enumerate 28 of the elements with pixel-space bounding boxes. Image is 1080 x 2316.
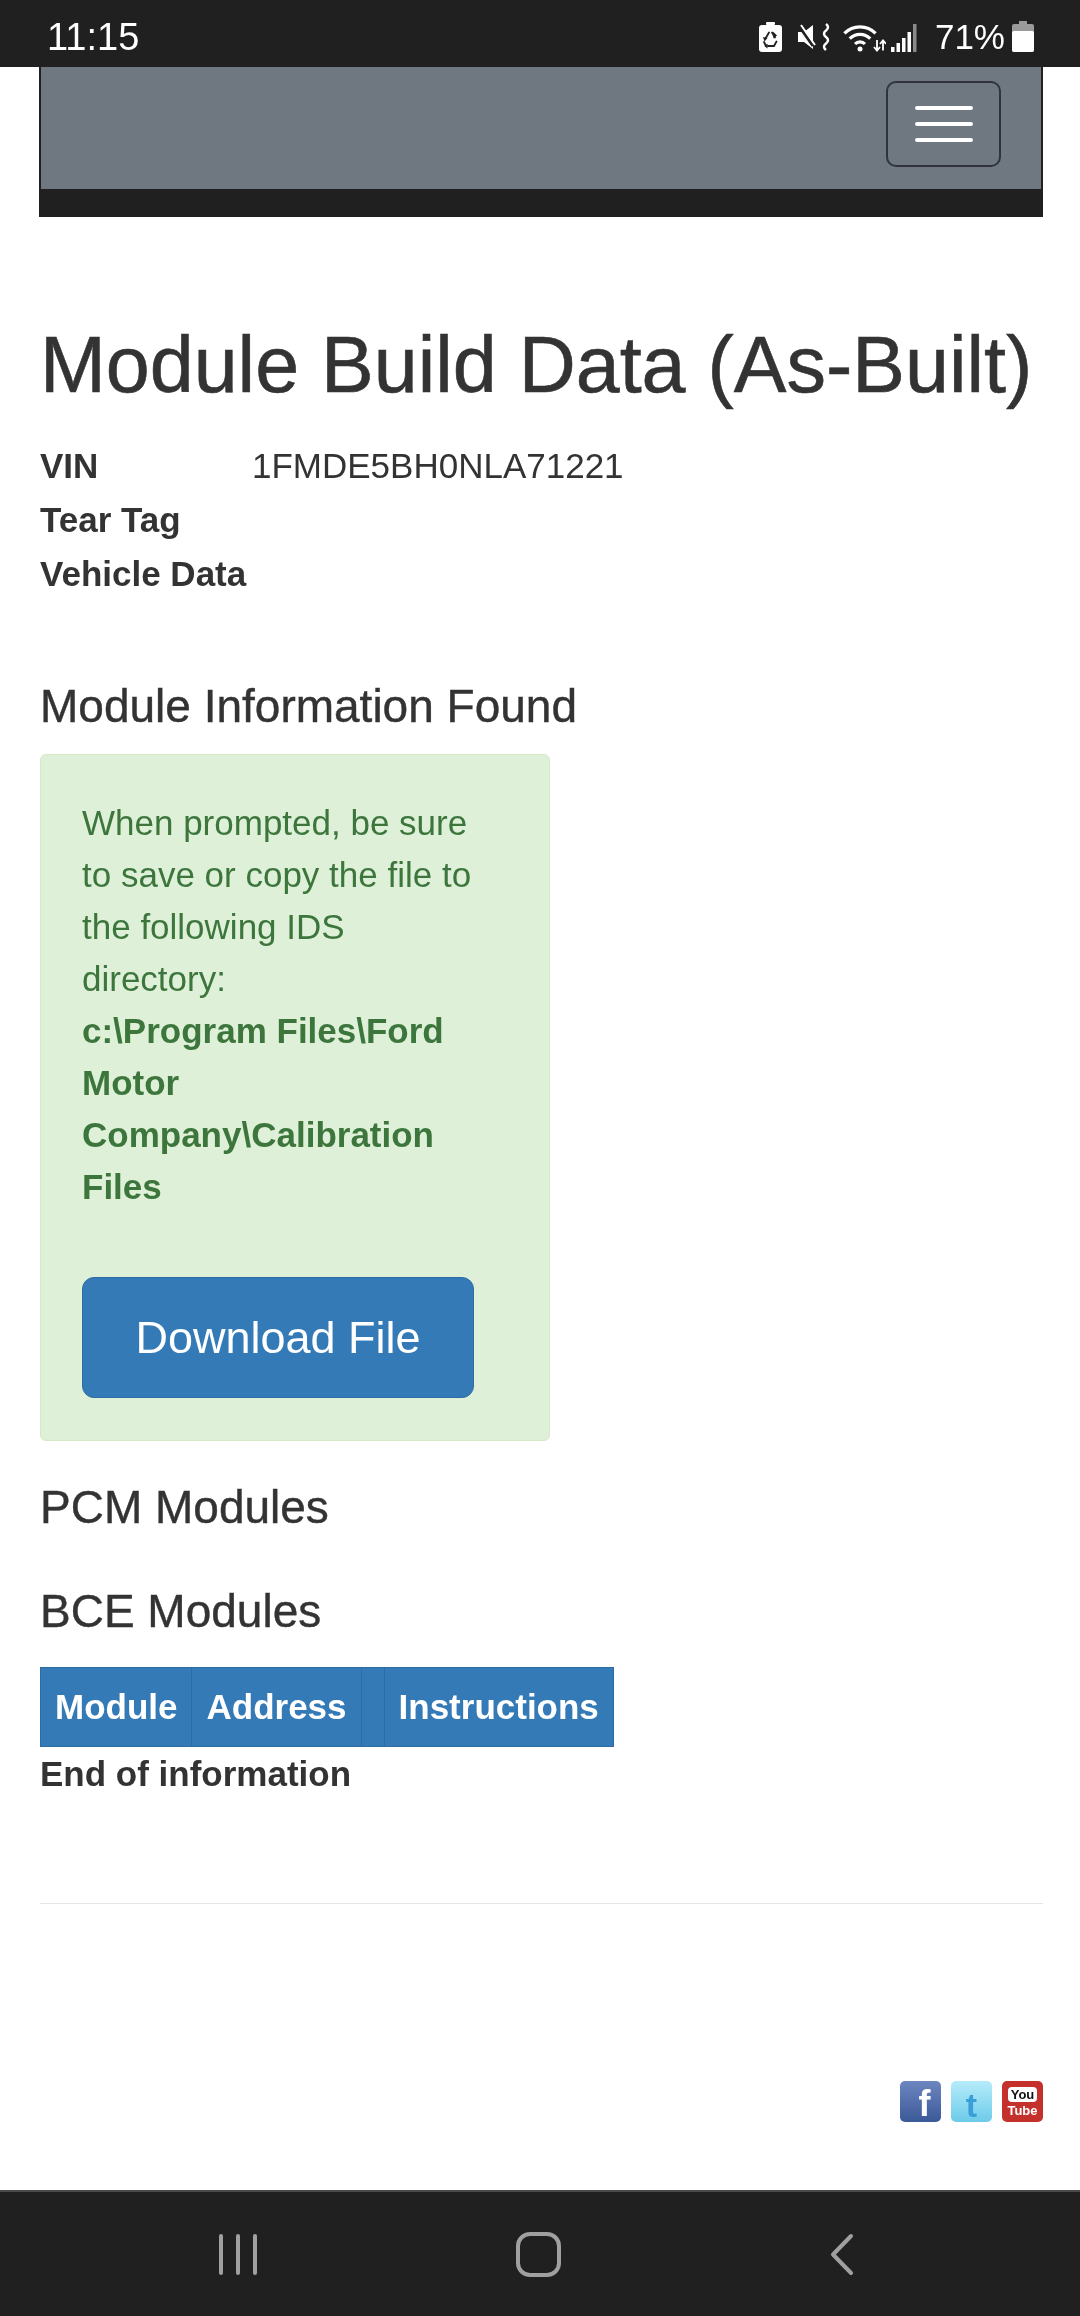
muted-speaker-icon: [796, 21, 831, 52]
section-heading: PCM Modules: [40, 1480, 330, 1535]
battery-percent: 71%: [934, 16, 1005, 57]
column-header: Address: [192, 1667, 362, 1747]
download-button[interactable]: Download File: [82, 1277, 474, 1398]
field-label: VIN: [40, 445, 100, 487]
field-label: Tear Tag: [40, 499, 182, 541]
directory-path: c:\Program Files\Ford Motor Company\Calibration Files: [82, 1010, 445, 1208]
field-value: 1FMDE5BH0NLA71221: [252, 445, 624, 487]
battery-icon: [1012, 21, 1034, 52]
clock-time: 11:15: [47, 14, 140, 59]
back-icon[interactable]: [830, 2232, 854, 2276]
section-heading: Module Information Found: [40, 679, 578, 734]
section-heading: BCE Modules: [40, 1584, 323, 1639]
menu-toggle-button[interactable]: [886, 81, 1001, 167]
battery-recycle-icon: [757, 21, 783, 52]
youtube-link[interactable]: You Tube: [1002, 2081, 1043, 2122]
home-icon[interactable]: [516, 2231, 561, 2277]
column-header: Instructions: [384, 1667, 614, 1747]
page-title: Module Build Data (As-Built): [40, 322, 1034, 408]
recent-apps-icon[interactable]: [218, 2232, 258, 2276]
alert-message: When prompted, be sure to save or copy the file to the following IDS directory:: [82, 802, 473, 1000]
column-header: Module: [40, 1667, 192, 1747]
facebook-link[interactable]: f: [900, 2081, 941, 2122]
field-label: Vehicle Data: [40, 553, 248, 595]
menu-icon[interactable]: [914, 106, 973, 142]
signal-bars-icon: [890, 21, 917, 52]
end-note: End of information: [40, 1753, 353, 1795]
